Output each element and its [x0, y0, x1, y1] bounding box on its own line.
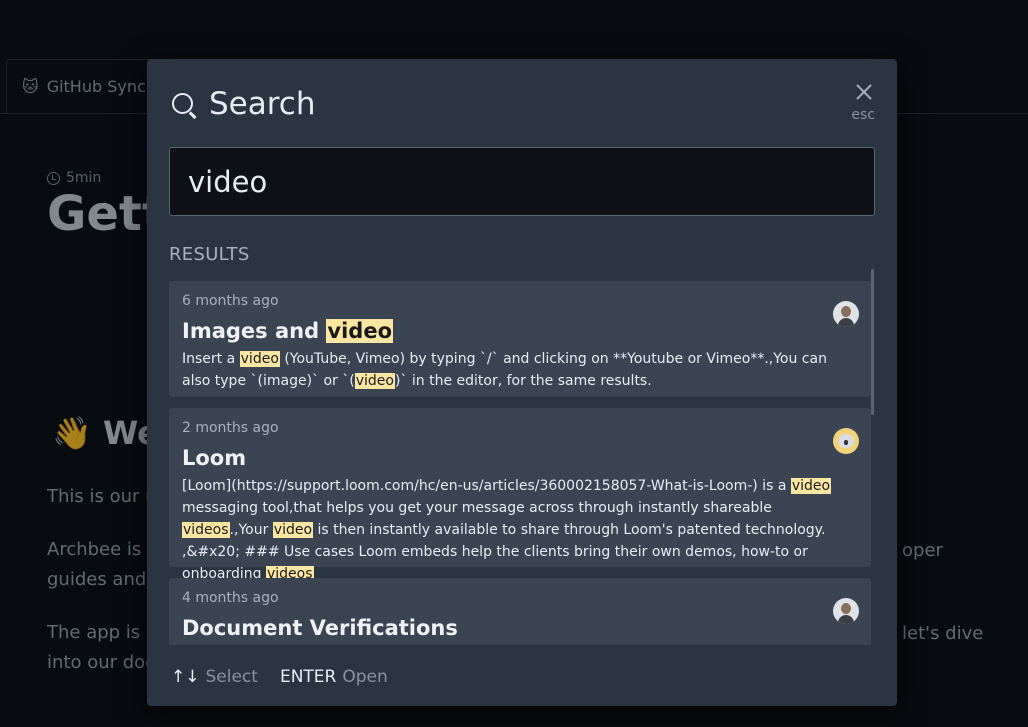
keyboard-hints: ↑↓ Select ENTER Open: [171, 667, 388, 687]
title-text: Images and: [182, 319, 327, 343]
snippet-text: .,Your: [229, 522, 273, 538]
esc-hint: esc: [851, 107, 875, 123]
modal-title: Search: [209, 86, 316, 122]
result-snippet: [Loom](https://support.loom.com/hc/en-us…: [182, 475, 858, 585]
modal-header: Search: [170, 86, 316, 122]
select-hint: Select: [205, 667, 258, 687]
results-scrollbar[interactable]: [871, 269, 874, 415]
results-label: RESULTS: [169, 244, 250, 265]
snippet-highlight: video: [354, 373, 395, 389]
enter-key-hint: ENTER: [279, 667, 337, 687]
snippet-highlight: videos: [182, 522, 230, 538]
arrow-keys-icon: ↑↓: [171, 667, 200, 687]
title-highlight: video: [326, 319, 394, 343]
snippet-highlight: video: [272, 522, 314, 538]
man-avatar-icon: [833, 598, 859, 624]
snippet-text: messaging tool,that helps you get your m…: [182, 500, 772, 516]
result-title: Loom: [182, 444, 858, 472]
result-time: 4 months ago: [182, 590, 279, 606]
snippet-highlight: video: [790, 478, 832, 494]
result-title: Document Verifications: [182, 614, 858, 642]
search-modal: Search esc RESULTS 6 months ago Images a…: [147, 59, 897, 706]
result-title: Images and video: [182, 317, 858, 345]
result-time: 2 months ago: [182, 420, 279, 436]
snippet-text: )` in the editor, for the same results.: [394, 373, 652, 389]
open-hint: Open: [342, 667, 388, 687]
result-item-document-verifications[interactable]: 4 months ago Document Verifications: [169, 578, 871, 645]
close-icon[interactable]: [853, 81, 875, 103]
title-text: Loom: [182, 446, 247, 470]
snippet-text: [Loom](https://support.loom.com/hc/en-us…: [182, 478, 791, 494]
result-time: 6 months ago: [182, 293, 279, 309]
result-item-loom[interactable]: 2 months ago Loom [Loom](https://support…: [169, 408, 871, 582]
search-input[interactable]: [169, 147, 875, 216]
snippet-text: Insert a: [182, 351, 240, 367]
search-icon: [170, 91, 197, 118]
snippet-highlight: video: [239, 351, 280, 367]
title-text: Document Verifications: [182, 616, 458, 640]
man-avatar-icon: [833, 301, 859, 327]
results-list: 6 months ago Images and video Insert a v…: [169, 281, 871, 645]
result-item-images-and-video[interactable]: 6 months ago Images and video Insert a v…: [169, 281, 871, 397]
result-snippet: Insert a video (YouTube, Vimeo) by typin…: [182, 348, 858, 392]
koala-avatar-icon: [833, 428, 859, 454]
